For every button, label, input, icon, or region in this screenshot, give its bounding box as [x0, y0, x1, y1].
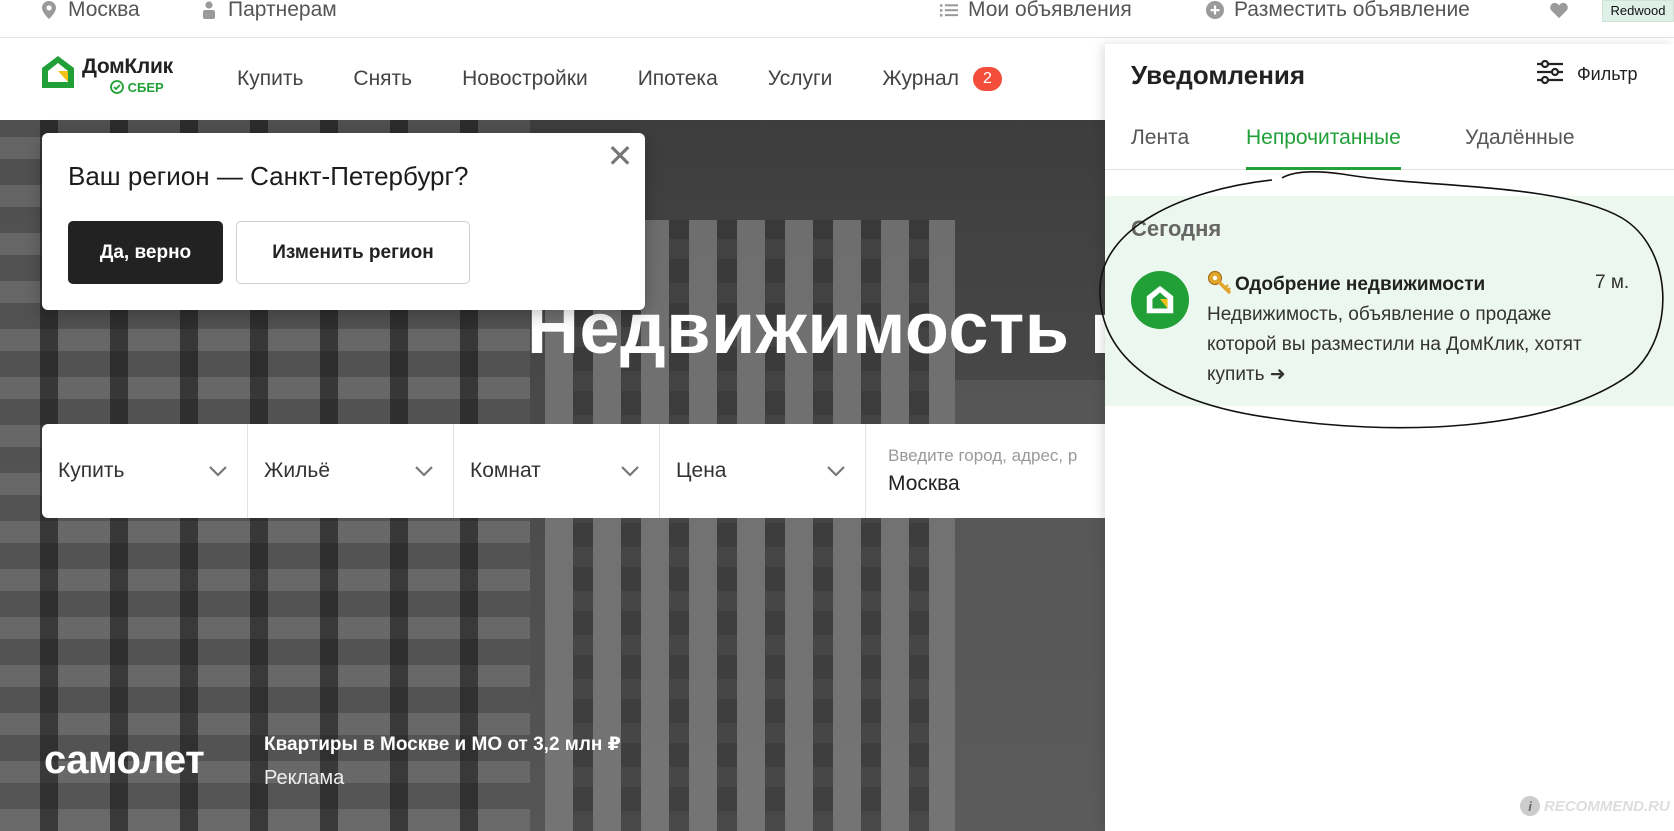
chevron-down-icon — [619, 460, 641, 482]
address-value: Москва — [888, 472, 960, 495]
main-nav: Купить Снять Новостройки Ипотека Услуги … — [237, 67, 1052, 91]
location-pin-icon — [40, 0, 58, 20]
notifications-title: Уведомления — [1131, 60, 1306, 90]
notification-time: 7 м. — [1595, 272, 1630, 293]
city-selector[interactable]: Москва — [40, 0, 140, 21]
tab-feed[interactable]: Лента — [1131, 126, 1189, 170]
notification-title: Одобрение недвижимости — [1207, 270, 1485, 300]
address-placeholder: Введите город, адрес, р — [888, 446, 1078, 465]
plus-circle-icon — [1206, 0, 1224, 20]
city-label: Москва — [68, 0, 140, 21]
chevron-down-icon — [825, 460, 847, 482]
domclick-avatar-icon — [1131, 271, 1189, 329]
journal-count-badge: 2 — [973, 67, 1002, 91]
deal-type-select[interactable]: Купить — [42, 424, 248, 518]
property-type-select[interactable]: Жильё — [248, 424, 454, 518]
search-bar: Купить Жильё Комнат Цена Введите город, … — [42, 424, 1105, 518]
sliders-icon — [1537, 59, 1563, 89]
favorites-button[interactable] — [1550, 0, 1568, 20]
nav-item-services[interactable]: Услуги — [768, 67, 833, 91]
nav-item-rent[interactable]: Снять — [353, 67, 412, 91]
notifications-tabs: Лента Непрочитанные Удалённые — [1105, 114, 1674, 170]
price-value: Цена — [676, 459, 727, 482]
list-icon — [940, 0, 958, 20]
watermark-text: RECOMMEND.RU — [1544, 797, 1670, 815]
heart-icon — [1550, 0, 1568, 20]
nav-item-new-buildings[interactable]: Новостройки — [462, 67, 588, 91]
post-ad-link[interactable]: Разместить объявление — [1206, 0, 1470, 21]
top-utility-bar: Москва Партнерам Мои объявления Размести… — [0, 0, 1674, 38]
deal-type-value: Купить — [58, 459, 125, 482]
nav-item-buy[interactable]: Купить — [237, 67, 303, 91]
partners-label: Партнерам — [228, 0, 337, 21]
partners-link[interactable]: Партнерам — [200, 0, 337, 21]
ad-label: Реклама — [264, 767, 345, 789]
chevron-down-icon — [207, 460, 229, 482]
tab-deleted[interactable]: Удалённые — [1465, 126, 1575, 170]
filter-button[interactable]: Фильтр — [1537, 59, 1638, 89]
my-ads-label: Мои объявления — [968, 0, 1132, 21]
notification-title-text: Одобрение недвижимости — [1235, 274, 1486, 295]
address-input[interactable]: Введите город, адрес, р Москва — [866, 424, 1105, 518]
watermark: i RECOMMEND.RU — [1520, 796, 1670, 816]
key-icon — [1207, 270, 1233, 300]
rooms-value: Комнат — [470, 459, 541, 482]
user-badge[interactable]: Redwood — [1602, 0, 1674, 22]
notification-group-today: Сегодня Одобрение недвижимости 7 м. Недв… — [1105, 196, 1674, 406]
domclick-logo[interactable]: ДомКлик СБЕР — [40, 54, 173, 95]
change-region-button[interactable]: Изменить регион — [236, 221, 470, 284]
logo-name: ДомКлик — [82, 54, 173, 78]
notification-body: Недвижимость, объявление о продаже котор… — [1207, 304, 1582, 385]
my-ads-link[interactable]: Мои объявления — [940, 0, 1132, 21]
post-ad-label: Разместить объявление — [1234, 0, 1470, 21]
ad-text[interactable]: Квартиры в Москве и МО от 3,2 млн ₽ — [264, 733, 621, 756]
region-popup: Ваш регион — Санкт-Петербург? ✕ Да, верн… — [42, 133, 645, 310]
partner-user-icon — [200, 0, 218, 20]
close-icon[interactable]: ✕ — [605, 140, 635, 172]
logo-sber: СБЕР — [82, 79, 173, 95]
notifications-panel: Уведомления Фильтр Лента Непрочитанные У… — [1105, 44, 1674, 831]
ad-brand-logo[interactable]: самолет — [44, 738, 205, 783]
chevron-down-icon — [413, 460, 435, 482]
price-select[interactable]: Цена — [660, 424, 866, 518]
nav-item-mortgage[interactable]: Ипотека — [638, 67, 718, 91]
sber-check-icon — [110, 79, 128, 95]
house-logo-icon — [40, 54, 76, 95]
region-question: Ваш регион — Санкт-Петербург? — [68, 161, 469, 191]
rooms-select[interactable]: Комнат — [454, 424, 660, 518]
confirm-region-button[interactable]: Да, верно — [68, 221, 223, 284]
nav-item-journal[interactable]: Журнал 2 — [882, 67, 1002, 91]
nav-journal-label: Журнал — [882, 67, 959, 90]
property-type-value: Жильё — [264, 459, 330, 482]
tab-unread[interactable]: Непрочитанные — [1246, 126, 1401, 170]
group-label: Сегодня — [1131, 216, 1222, 241]
recommend-logo-icon: i — [1520, 796, 1540, 816]
filter-label: Фильтр — [1577, 64, 1638, 84]
